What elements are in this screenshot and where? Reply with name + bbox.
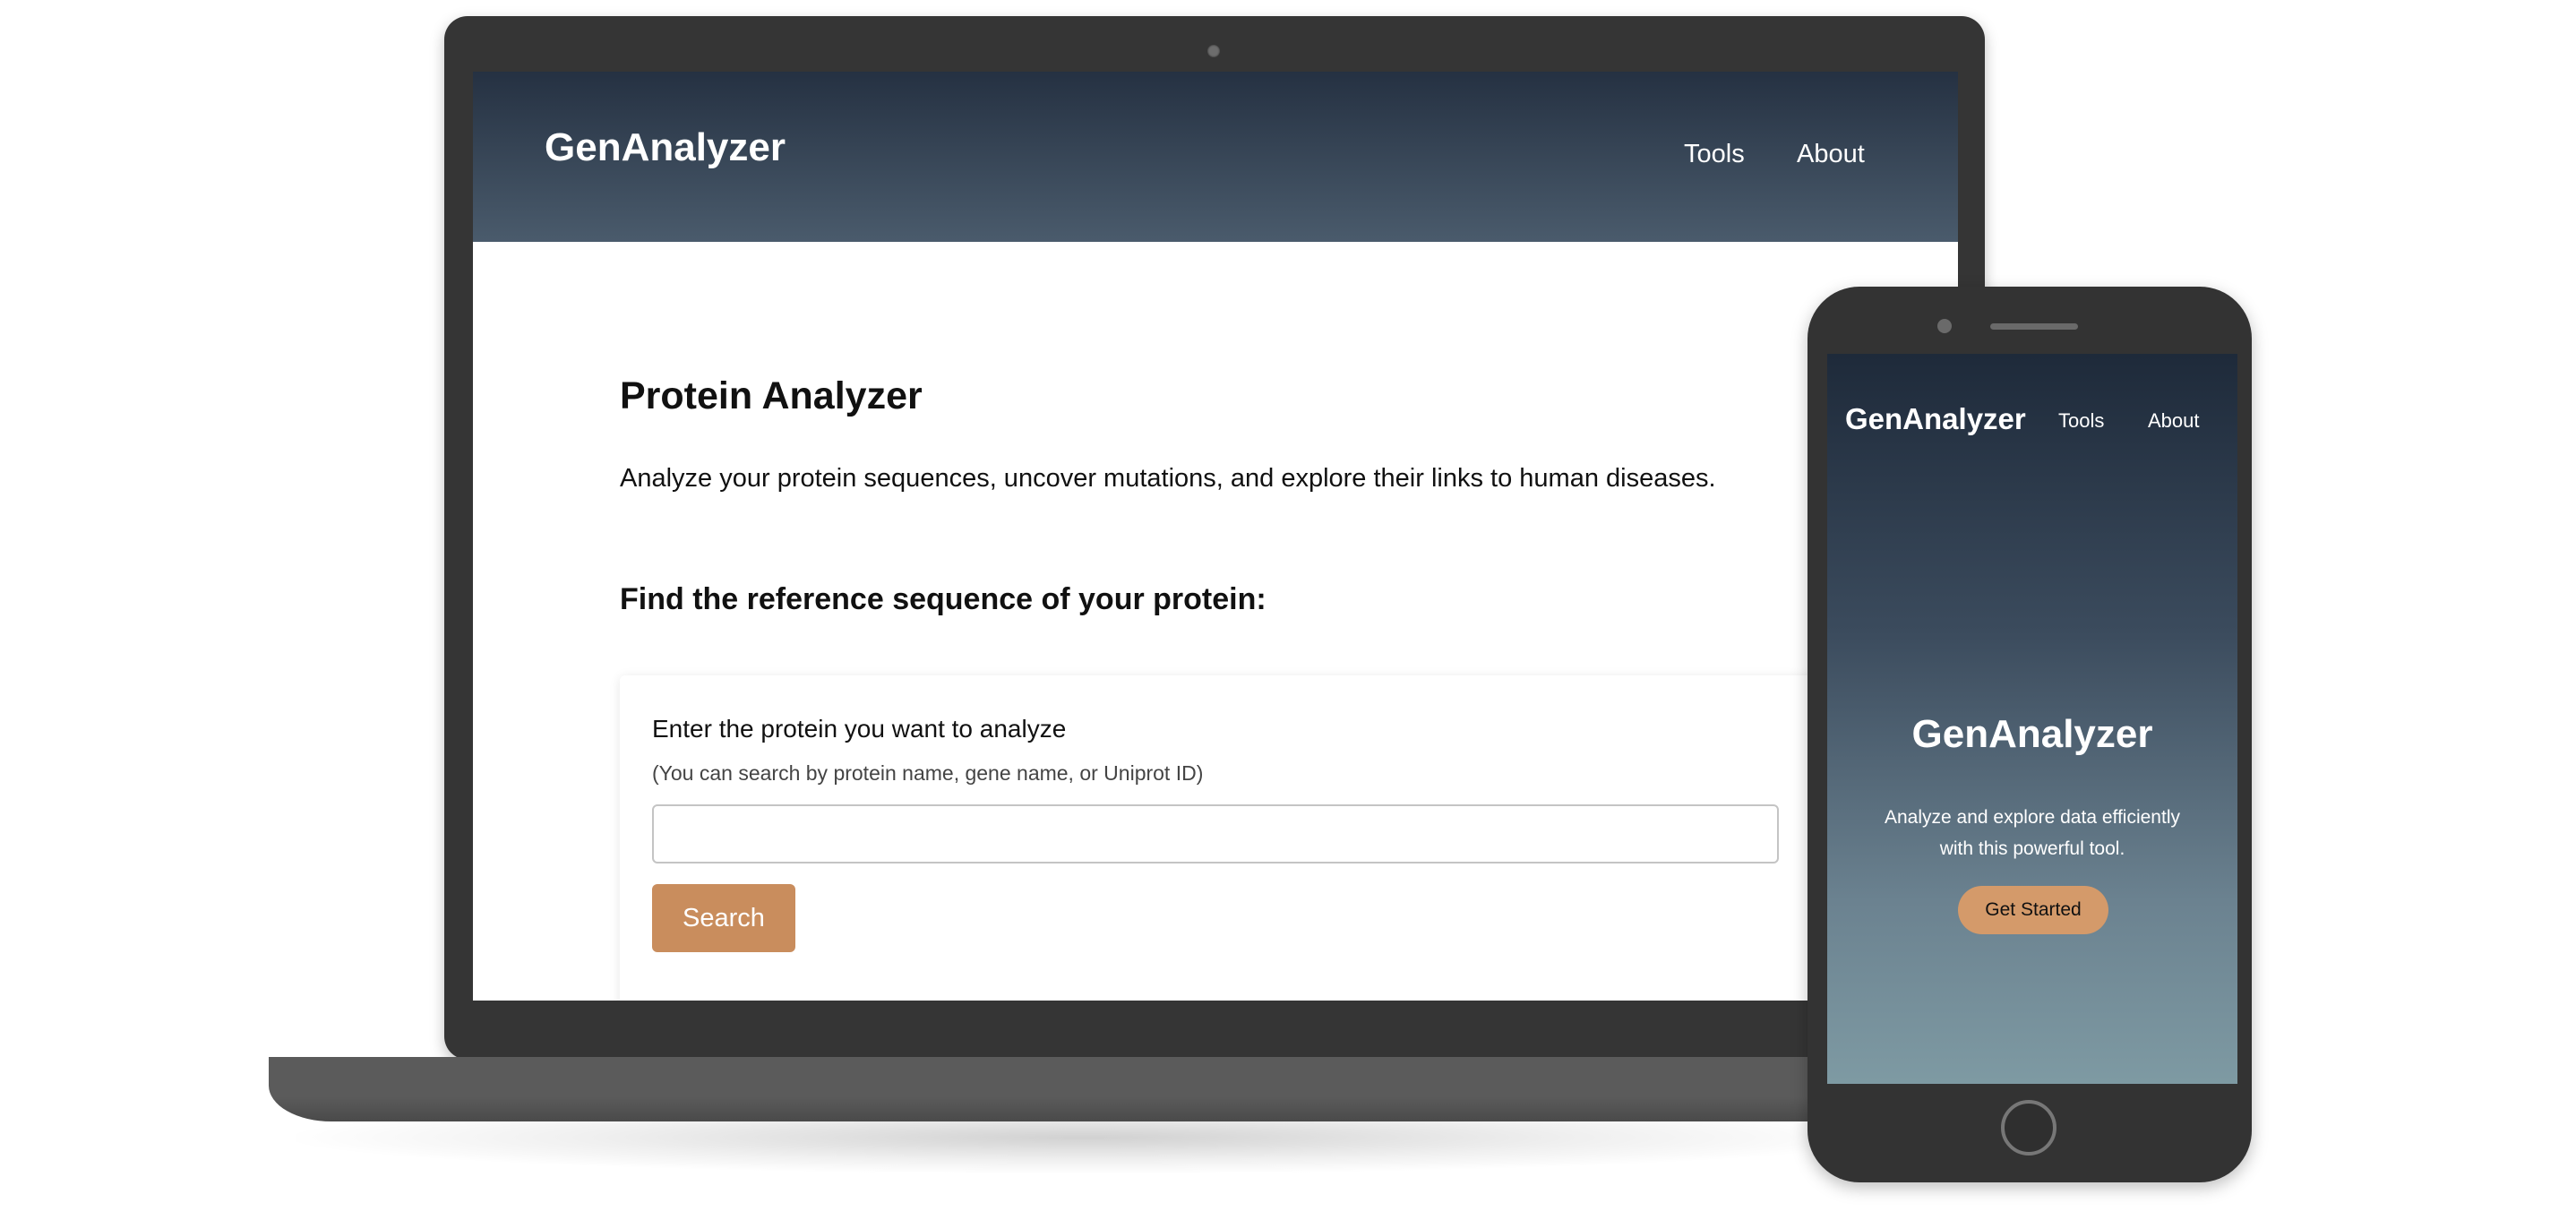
get-started-button[interactable]: Get Started	[1958, 886, 2108, 934]
laptop-screen: GenAnalyzer Tools About Protein Analyzer…	[473, 72, 1958, 1001]
search-button[interactable]: Search	[652, 884, 795, 952]
hero-title: GenAnalyzer	[1911, 712, 2153, 756]
nav-link-tools[interactable]: Tools	[1684, 140, 1745, 169]
phone-site-logo[interactable]: GenAnalyzer	[1845, 402, 2026, 436]
page-title: Protein Analyzer	[620, 374, 923, 417]
search-card: Enter the protein you want to analyze (Y…	[620, 675, 1820, 1001]
phone-speaker	[1990, 323, 2078, 330]
site-logo[interactable]: GenAnalyzer	[545, 125, 786, 170]
phone-home-button[interactable]	[2001, 1100, 2057, 1156]
phone-camera-icon	[1937, 319, 1952, 333]
search-label: Enter the protein you want to analyze	[652, 715, 1067, 743]
nav-link-about[interactable]: About	[1797, 140, 1865, 169]
phone-nav-link-about[interactable]: About	[2148, 409, 2200, 433]
laptop-base	[269, 1057, 1997, 1121]
section-heading: Find the reference sequence of your prot…	[620, 582, 1267, 616]
search-hint: (You can search by protein name, gene na…	[652, 761, 1204, 785]
laptop-camera-icon	[1207, 45, 1220, 57]
laptop-site-header: GenAnalyzer Tools About	[473, 72, 1958, 242]
page-description: Analyze your protein sequences, uncover …	[620, 464, 1716, 493]
phone-nav-link-tools[interactable]: Tools	[2058, 409, 2104, 433]
hero-text: Analyze and explore data efficiently wit…	[1885, 807, 2180, 859]
protein-search-input[interactable]	[652, 804, 1779, 863]
phone-screen: GenAnalyzer Tools About GenAnalyzer Anal…	[1827, 354, 2237, 1084]
